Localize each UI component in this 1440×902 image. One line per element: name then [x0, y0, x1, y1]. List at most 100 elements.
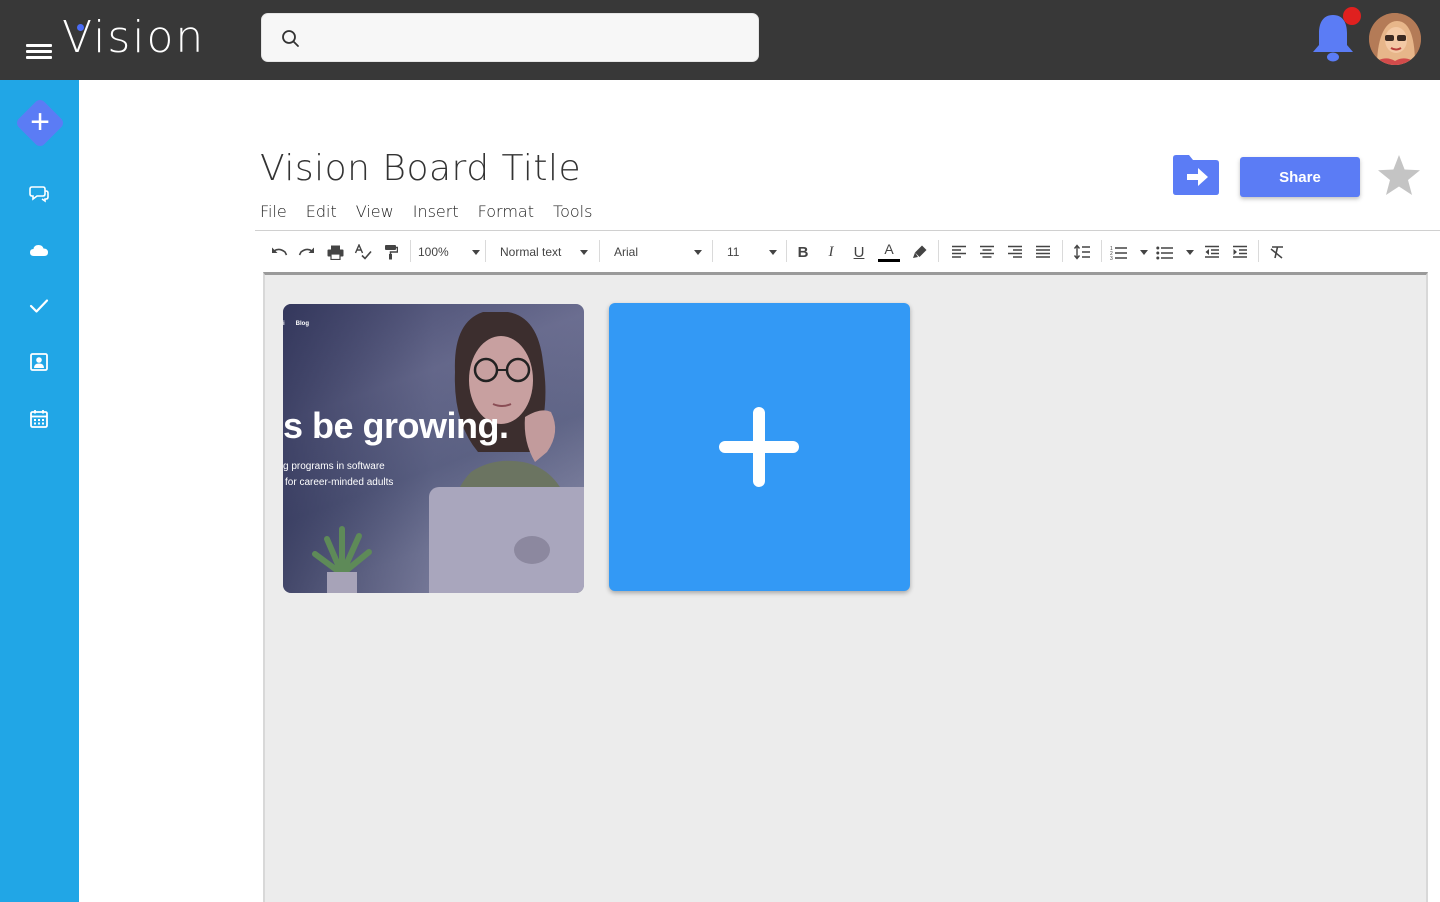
text-color-button[interactable]: A: [877, 241, 901, 263]
sidebar-item-calendar[interactable]: [26, 405, 52, 431]
toolbar-separator: [599, 240, 600, 262]
undo-icon: [272, 247, 288, 256]
plus-icon: +: [30, 103, 50, 141]
text-color-swatch: [878, 259, 900, 262]
toolbar-separator: [1062, 240, 1063, 262]
numbered-list-button[interactable]: 123: [1110, 241, 1148, 263]
underline-button[interactable]: U: [849, 241, 869, 263]
plant-image: [312, 526, 372, 593]
image-headline: s be growing.: [283, 405, 509, 446]
create-new-button[interactable]: +: [14, 97, 66, 149]
print-button[interactable]: [324, 241, 346, 263]
sidebar-item-chat[interactable]: [26, 181, 52, 207]
app-logo[interactable]: Vision: [62, 10, 205, 66]
menu-file[interactable]: File: [260, 202, 287, 224]
clear-formatting-button[interactable]: [1266, 241, 1288, 263]
chevron-down-icon: [769, 249, 777, 255]
decrease-indent-icon: [1205, 245, 1219, 258]
toolbar-separator: [786, 240, 787, 262]
top-bar: Vision: [0, 0, 1440, 80]
align-justify-icon: [1036, 245, 1050, 258]
spellcheck-button[interactable]: [352, 241, 374, 263]
menu-view[interactable]: View: [356, 202, 394, 224]
menu-insert[interactable]: Insert: [413, 202, 459, 224]
paint-format-button[interactable]: [380, 241, 402, 263]
redo-button[interactable]: [296, 241, 318, 263]
align-right-button[interactable]: [1004, 241, 1026, 263]
chevron-down-icon: [580, 249, 588, 255]
font-family-select[interactable]: Arial: [614, 241, 702, 263]
undo-button[interactable]: [268, 241, 290, 263]
align-justify-button[interactable]: [1032, 241, 1054, 263]
move-to-folder-icon[interactable]: [1171, 153, 1221, 197]
toolbar-separator: [1101, 240, 1102, 262]
chevron-down-icon: [472, 249, 480, 255]
sidebar-item-tasks[interactable]: [26, 293, 52, 319]
toolbar-separator: [1258, 240, 1259, 262]
chat-icon: [29, 186, 49, 203]
document-title[interactable]: Vision Board Title: [260, 148, 581, 189]
app-logo-text: Vision: [62, 12, 206, 63]
menu-tools[interactable]: Tools: [553, 202, 592, 224]
highlighter-icon: [913, 245, 927, 258]
toolbar-separator: [712, 240, 713, 262]
chevron-down-icon: [1140, 249, 1148, 255]
logo-dot: [77, 24, 84, 31]
zoom-select[interactable]: 100%: [418, 241, 480, 263]
calendar-icon: [30, 409, 48, 428]
avatar-photo: [1369, 13, 1421, 65]
increase-indent-button[interactable]: [1229, 241, 1251, 263]
paragraph-style-value: Normal text: [500, 245, 562, 259]
star-icon[interactable]: [1375, 152, 1423, 200]
sidebar: +: [0, 80, 79, 902]
align-center-icon: [980, 245, 994, 258]
sidebar-item-cloud[interactable]: [26, 237, 52, 263]
align-left-button[interactable]: [948, 241, 970, 263]
image-nav: i Blog: [283, 321, 320, 327]
font-size-value: 11: [727, 245, 740, 259]
check-icon: [29, 299, 49, 313]
contact-card-icon: [30, 353, 48, 371]
image-nav-item: i: [283, 321, 285, 327]
bold-button[interactable]: B: [793, 241, 813, 263]
chevron-down-icon: [1186, 249, 1194, 255]
add-board-item-button[interactable]: [609, 303, 910, 591]
align-center-button[interactable]: [976, 241, 998, 263]
italic-button[interactable]: I: [821, 241, 841, 263]
bulleted-list-icon: [1156, 246, 1173, 259]
menu-bar: File Edit View Insert Format Tools: [260, 202, 611, 224]
board-image-card[interactable]: i Blog s be growing. g programs in softwa…: [283, 304, 584, 593]
bulleted-list-button[interactable]: [1156, 241, 1194, 263]
toolbar-separator: [410, 240, 411, 262]
laptop-shape: [429, 487, 584, 593]
user-avatar[interactable]: [1369, 13, 1421, 65]
sidebar-item-contacts[interactable]: [26, 349, 52, 375]
image-subtext-line: for career-minded adults: [285, 477, 394, 488]
menu-edit[interactable]: Edit: [306, 202, 337, 224]
image-subtext-line: g programs in software: [283, 461, 385, 472]
decrease-indent-button[interactable]: [1201, 241, 1223, 263]
paragraph-style-select[interactable]: Normal text: [500, 241, 588, 263]
search-icon: [282, 30, 299, 47]
toolbar-separator: [485, 240, 486, 262]
search-bar[interactable]: [261, 13, 759, 62]
zoom-value: 100%: [418, 245, 449, 259]
line-spacing-button[interactable]: [1071, 241, 1093, 263]
menu-icon[interactable]: [26, 44, 52, 62]
increase-indent-icon: [1233, 245, 1247, 258]
laptop-logo: [514, 536, 550, 564]
chevron-down-icon: [694, 249, 702, 255]
search-input[interactable]: [312, 22, 742, 54]
formatting-toolbar: 100% Normal text Arial 11 B I U A 1 2 3: [255, 231, 1440, 272]
align-left-icon: [952, 245, 966, 258]
menu-format[interactable]: Format: [478, 202, 534, 224]
redo-icon: [298, 247, 314, 256]
image-nav-item: Blog: [295, 321, 310, 327]
font-size-select[interactable]: 11: [727, 241, 777, 263]
notification-badge: [1343, 7, 1361, 25]
highlight-button[interactable]: [909, 241, 931, 263]
align-right-icon: [1008, 245, 1022, 258]
toolbar-separator: [938, 240, 939, 262]
cloud-icon: [30, 245, 48, 256]
share-button[interactable]: Share: [1240, 157, 1360, 197]
